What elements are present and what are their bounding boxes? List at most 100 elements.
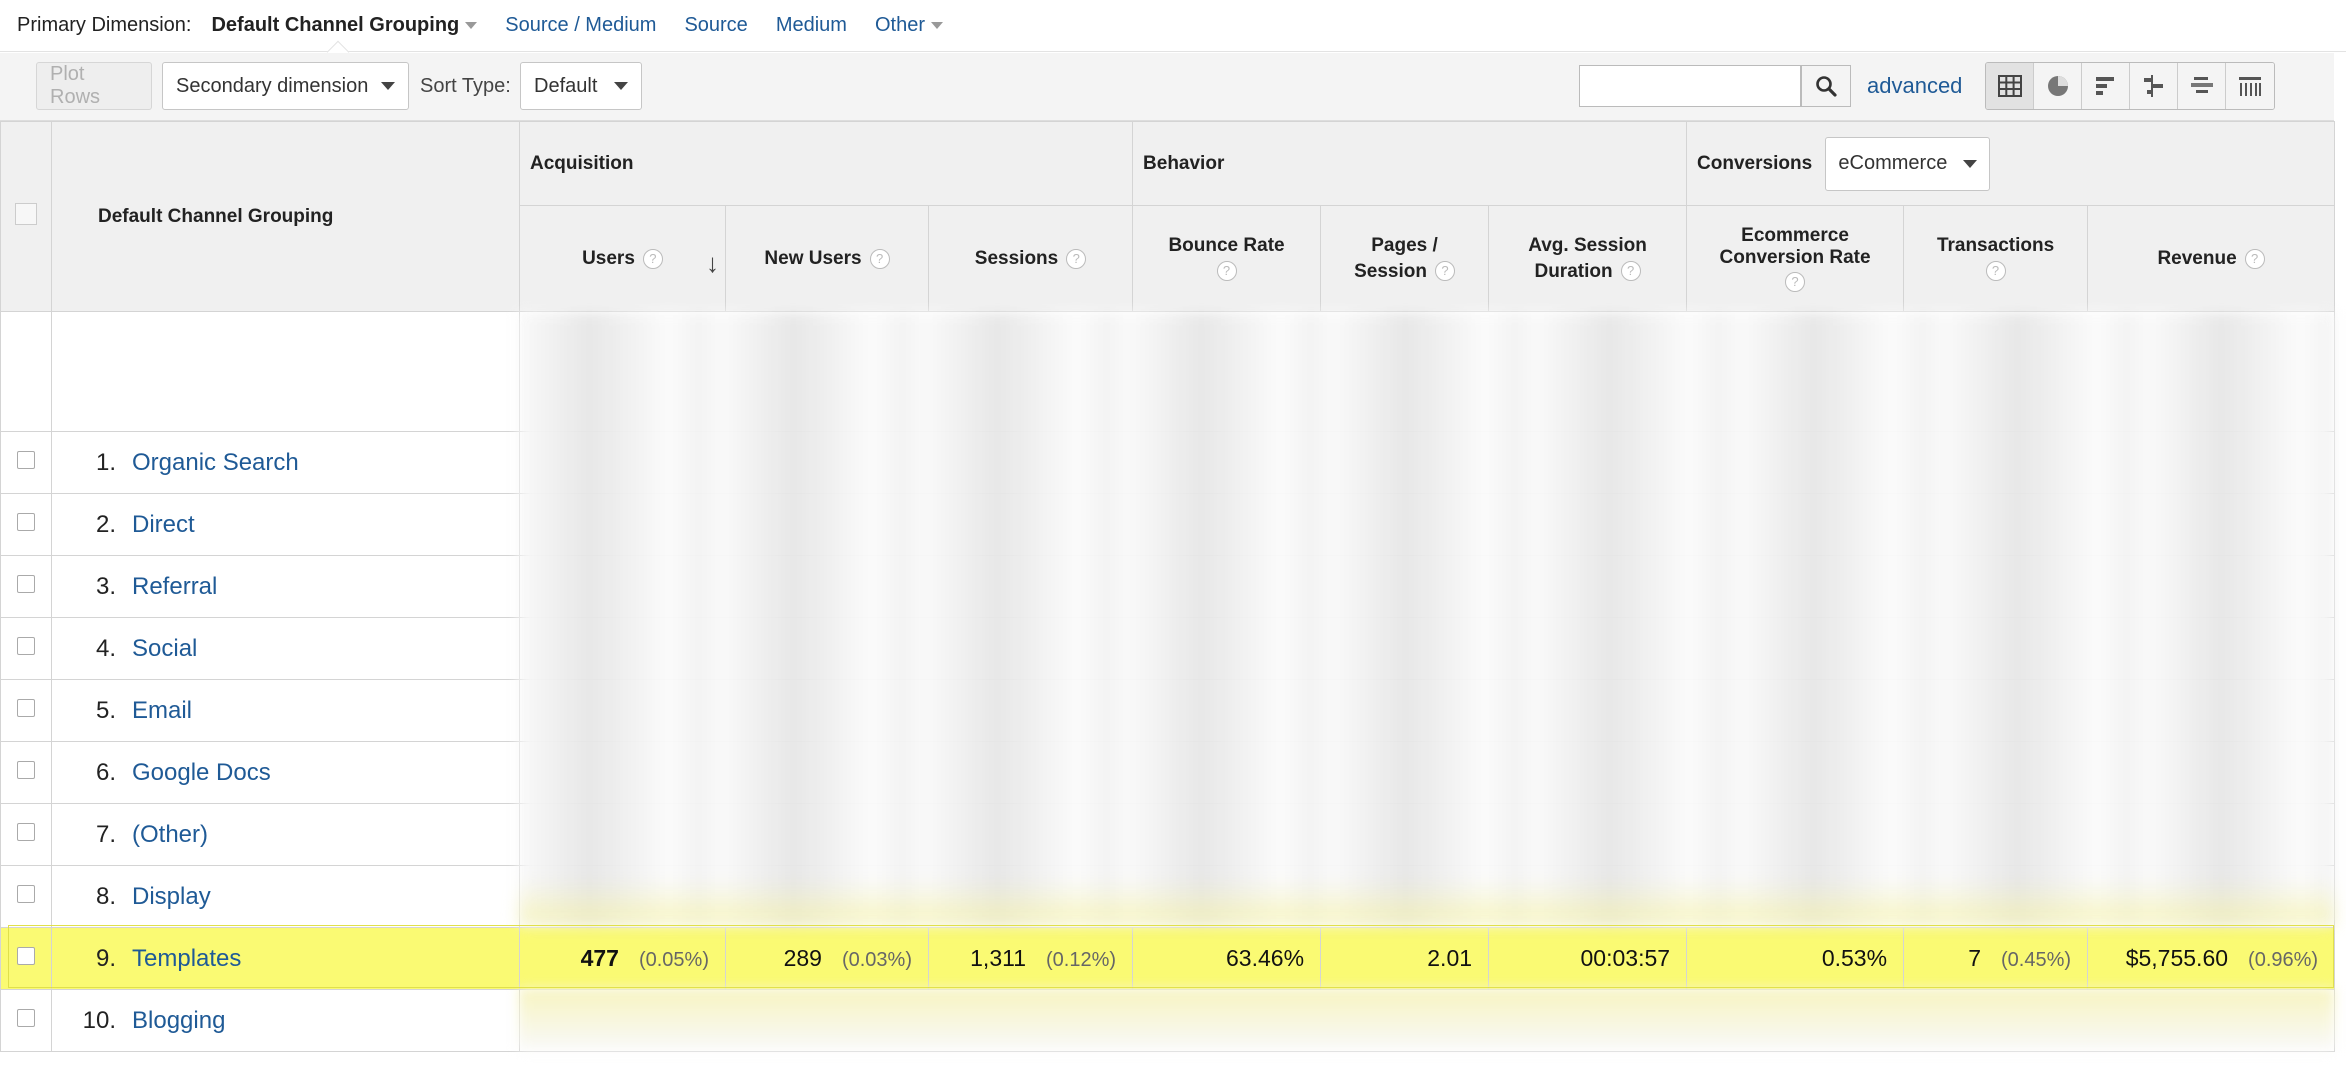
row-link-organic-search[interactable]: Organic Search xyxy=(132,449,299,476)
row-number: 8. xyxy=(95,882,116,910)
conversions-goal-value: eCommerce xyxy=(1838,152,1948,174)
highlight-glow-top xyxy=(519,880,2334,925)
dimension-column-header[interactable]: Default Channel Grouping xyxy=(51,121,520,312)
row-metrics-blurred xyxy=(518,803,2336,866)
table-row[interactable]: 1. Organic Search xyxy=(0,431,2336,494)
row-checkbox[interactable] xyxy=(17,575,35,593)
sort-descending-icon: ↓ xyxy=(706,248,719,278)
pie-view-button[interactable] xyxy=(2034,63,2082,109)
row-checkbox[interactable] xyxy=(17,1009,35,1027)
row-link-templates[interactable]: Templates xyxy=(132,945,241,972)
row-checkbox[interactable] xyxy=(17,947,35,965)
ecommerce-header-line1: Ecommerce xyxy=(1741,224,1849,246)
row-link-display[interactable]: Display xyxy=(132,883,211,910)
help-icon[interactable]: ? xyxy=(1985,261,2006,282)
row-dimension-cell: 2. Direct xyxy=(51,493,520,556)
pages-session-column-header[interactable]: Pages / Session? xyxy=(1320,205,1490,312)
primary-dimension-active-label: Default Channel Grouping xyxy=(211,14,460,36)
conversions-group-header: Conversions eCommerce xyxy=(1686,121,2336,206)
sessions-value: 1,311 xyxy=(970,945,1026,971)
help-icon[interactable]: ? xyxy=(2244,248,2265,269)
sessions-column-header[interactable]: Sessions? xyxy=(927,205,1134,312)
table-search-input[interactable] xyxy=(1579,65,1801,107)
search-button[interactable] xyxy=(1801,65,1851,107)
row-checkbox-cell xyxy=(0,865,52,928)
primary-dimension-default-channel-grouping[interactable]: Default Channel Grouping xyxy=(211,14,478,37)
row-link-referral[interactable]: Referral xyxy=(132,573,217,600)
row-number: 6. xyxy=(95,758,116,786)
select-all-checkbox[interactable] xyxy=(15,202,37,225)
row-checkbox-cell xyxy=(0,493,52,556)
primary-dimension-source[interactable]: Source xyxy=(684,14,747,37)
plot-rows-button[interactable]: Plot Rows xyxy=(36,62,152,110)
avg-session-duration-column-header[interactable]: Avg. Session Duration? xyxy=(1488,205,1688,312)
help-icon[interactable]: ? xyxy=(1785,272,1806,293)
users-column-header[interactable]: Users? ↓ xyxy=(519,205,726,312)
row-checkbox[interactable] xyxy=(17,885,35,903)
comparison-view-button[interactable] xyxy=(2130,63,2178,109)
table-row[interactable]: 5. Email xyxy=(0,679,2336,742)
row-checkbox-cell xyxy=(0,679,52,742)
row-link-social[interactable]: Social xyxy=(132,635,197,662)
row-checkbox[interactable] xyxy=(17,513,35,531)
performance-view-button[interactable] xyxy=(2082,63,2130,109)
primary-dimension-other[interactable]: Other xyxy=(875,14,943,37)
pages-session-header-line1: Pages / xyxy=(1371,234,1438,256)
help-icon[interactable]: ? xyxy=(642,248,663,269)
new-users-column-header[interactable]: New Users? xyxy=(725,205,929,312)
bounce-rate-cell: 63.46% xyxy=(1132,927,1322,990)
term-cloud-view-button[interactable] xyxy=(2178,63,2226,109)
advanced-filter-link[interactable]: advanced xyxy=(1867,73,1962,99)
row-checkbox[interactable] xyxy=(17,761,35,779)
row-dimension-cell: 4. Social xyxy=(51,617,520,680)
row-link-email[interactable]: Email xyxy=(132,697,192,724)
row-link-blogging[interactable]: Blogging xyxy=(132,1007,225,1034)
sort-type-dropdown[interactable]: Default xyxy=(520,62,642,110)
secondary-dimension-dropdown[interactable]: Secondary dimension xyxy=(162,62,409,110)
table-row[interactable]: 7. (Other) xyxy=(0,803,2336,866)
sessions-cell: 1,311 (0.12%) xyxy=(927,927,1134,990)
row-metrics-blurred xyxy=(518,555,2336,618)
table-row[interactable]: 2. Direct xyxy=(0,493,2336,556)
primary-dimension-source-medium[interactable]: Source / Medium xyxy=(505,14,656,37)
conversions-goal-dropdown[interactable]: eCommerce xyxy=(1825,136,1991,191)
avg-session-duration-value: 00:03:57 xyxy=(1580,945,1671,971)
table-row[interactable]: 6. Google Docs xyxy=(0,741,2336,804)
row-checkbox[interactable] xyxy=(17,451,35,469)
bounce-rate-column-header[interactable]: Bounce Rate ? xyxy=(1132,205,1322,312)
transactions-value: 7 xyxy=(1968,945,1982,971)
sessions-percent: (0.12%) xyxy=(1046,949,1117,971)
ecommerce-conversion-rate-column-header[interactable]: Ecommerce Conversion Rate ? xyxy=(1686,205,1905,312)
row-dimension-cell: 9. Templates xyxy=(51,927,520,990)
chevron-down-icon xyxy=(930,22,943,29)
table-row-highlighted[interactable]: 9. Templates 477 (0.05%) 289 (0.03%) 1,311 (… xyxy=(0,927,2336,990)
revenue-header-label: Revenue xyxy=(2157,247,2237,269)
acquisition-group-header: Acquisition xyxy=(518,121,1134,206)
row-dimension-cell: 10. Blogging xyxy=(51,989,520,1052)
table-row[interactable]: 4. Social xyxy=(0,617,2336,680)
transactions-header-label: Transactions xyxy=(1936,234,2055,256)
pivot-view-button[interactable] xyxy=(2226,63,2274,109)
table-row[interactable]: 3. Referral xyxy=(0,555,2336,618)
row-link-direct[interactable]: Direct xyxy=(132,511,195,538)
primary-dimension-medium[interactable]: Medium xyxy=(776,14,847,37)
help-icon[interactable]: ? xyxy=(1620,261,1641,282)
transactions-column-header[interactable]: Transactions ? xyxy=(1903,205,2089,312)
new-users-value: 289 xyxy=(783,945,822,971)
revenue-column-header[interactable]: Revenue? xyxy=(2087,205,2336,312)
help-icon[interactable]: ? xyxy=(1434,261,1455,282)
row-checkbox-cell xyxy=(0,989,52,1052)
sessions-header-label: Sessions xyxy=(974,247,1059,269)
summary-cell-blank xyxy=(0,311,52,432)
help-icon[interactable]: ? xyxy=(1216,261,1237,282)
row-checkbox[interactable] xyxy=(17,699,35,717)
help-icon[interactable]: ? xyxy=(1066,248,1087,269)
row-link-google-docs[interactable]: Google Docs xyxy=(132,759,271,786)
row-checkbox[interactable] xyxy=(17,823,35,841)
new-users-header-label: New Users xyxy=(764,247,862,269)
table-view-button[interactable] xyxy=(1986,63,2034,109)
row-checkbox[interactable] xyxy=(17,637,35,655)
help-icon[interactable]: ? xyxy=(869,248,890,269)
row-number: 9. xyxy=(95,944,116,972)
row-link-other[interactable]: (Other) xyxy=(132,821,208,848)
